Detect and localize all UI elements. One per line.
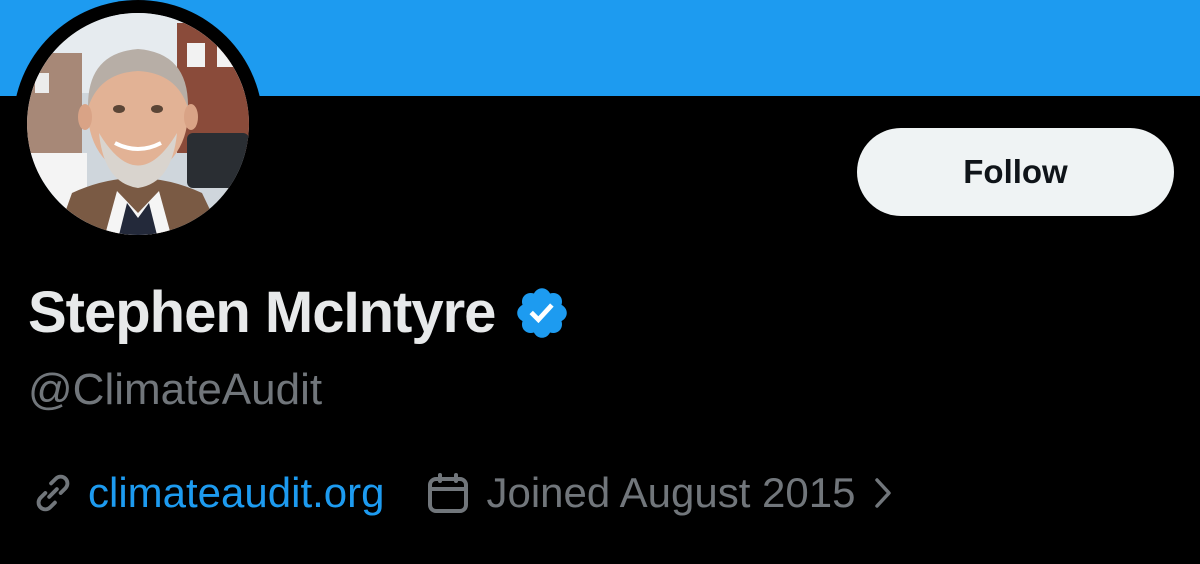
website-link[interactable]: climateaudit.org [88,469,384,517]
joined-label: Joined August 2015 [486,469,856,516]
avatar[interactable] [27,13,249,235]
joined-date[interactable]: Joined August 2015 [424,469,893,517]
profile-meta: climateaudit.org Joined August 2015 [30,463,893,523]
calendar-icon [428,473,469,513]
verified-badge-icon[interactable] [513,284,571,342]
follow-button[interactable]: Follow [857,128,1174,216]
chevron-right-icon [875,478,892,508]
user-handle: @ClimateAudit [28,365,323,414]
name-row: Stephen McIntyre [28,278,571,348]
display-name: Stephen McIntyre [28,280,496,345]
link-icon [36,474,70,512]
avatar-photo [27,13,249,235]
